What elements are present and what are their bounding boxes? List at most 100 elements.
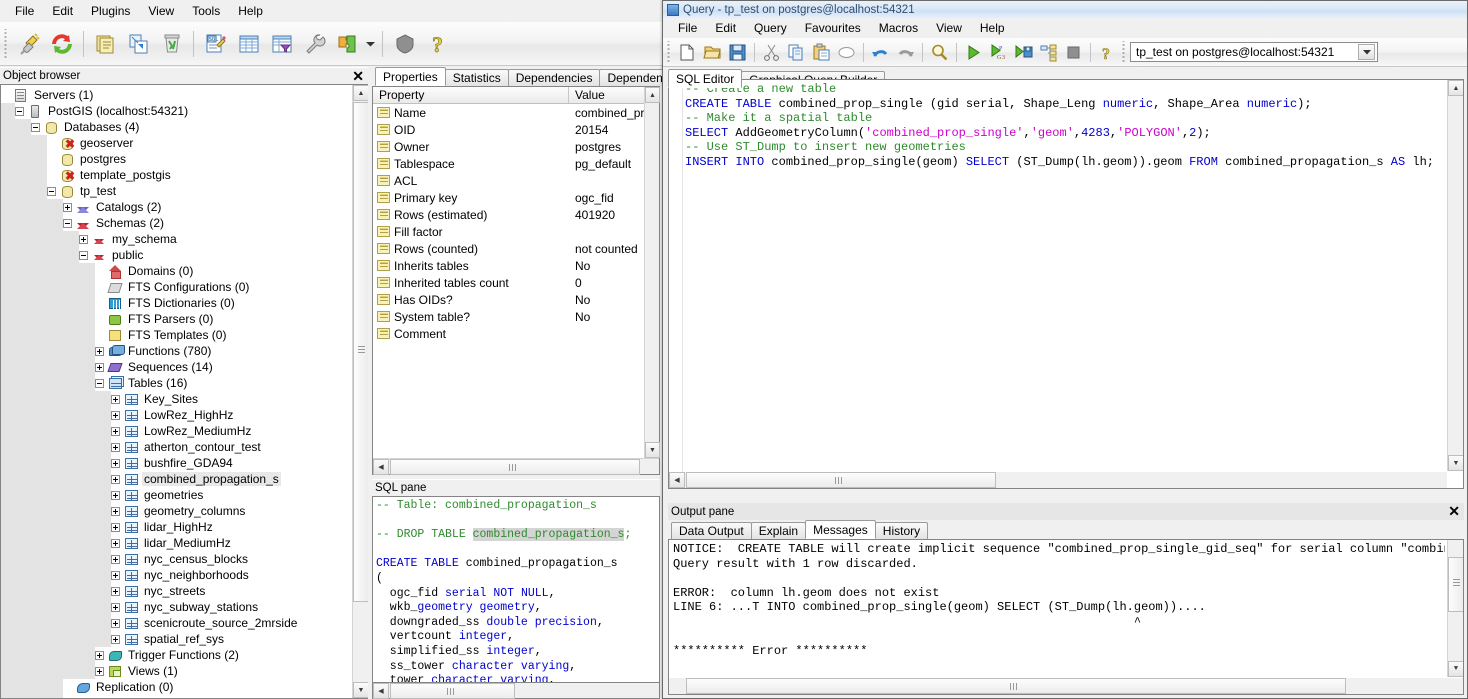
scroll-up-icon[interactable]: ▲ [1448,80,1463,96]
scroll-left-icon[interactable]: ◀ [373,459,389,475]
paste-sql-icon[interactable] [122,26,155,62]
expand-icon[interactable] [111,458,120,468]
tab-data-output[interactable]: Data Output [671,522,752,539]
explain-analyze-icon[interactable] [1036,40,1061,65]
collapse-icon[interactable] [47,186,56,196]
close-icon[interactable]: ✕ [1448,503,1460,519]
shield-icon[interactable] [388,26,421,62]
properties-row[interactable]: Inherits tables No [373,257,659,274]
editor-vertical-scrollbar[interactable]: ▲ ▼ [1447,80,1463,471]
qmenu-help[interactable]: Help [971,19,1014,37]
qmenu-favourites[interactable]: Favourites [796,19,870,37]
tree-item-scenicroute-source-2mrside[interactable]: scenicroute_source_2mrside [1,615,353,631]
tree-item-lowrez-mediumhz[interactable]: LowRez_MediumHz [1,423,353,439]
paste-icon[interactable] [809,40,834,65]
properties-row[interactable]: Name combined_propa [373,104,659,121]
tab-properties[interactable]: Properties [375,67,446,86]
help-question-icon[interactable]: ? [421,26,454,62]
expand-icon[interactable] [111,442,120,452]
properties-row[interactable]: Comment [373,325,659,342]
tree-item-functions-780[interactable]: Functions (780) [1,343,353,359]
scroll-up-icon[interactable]: ▲ [353,85,368,101]
tree-item-postgis-localhost-54321[interactable]: PostGIS (localhost:54321) [1,103,353,119]
properties-row[interactable]: Rows (estimated) 401920 [373,206,659,223]
collapse-icon[interactable] [95,378,104,388]
scroll-left-icon[interactable]: ◀ [373,683,389,699]
scroll-up-icon[interactable]: ▲ [645,87,660,103]
scrollbar-thumb[interactable] [390,459,640,475]
scrollbar-thumb[interactable] [686,472,996,488]
qmenu-macros[interactable]: Macros [870,19,927,37]
tree-item-databases-4[interactable]: Databases (4) [1,119,353,135]
connect-plug-icon[interactable] [12,26,45,62]
tab-sql-editor[interactable]: SQL Editor [668,69,743,88]
tree-item-geometry-columns[interactable]: geometry_columns [1,503,353,519]
tree-item-combined-propagation-s[interactable]: combined_propagation_s [1,471,353,487]
tree-item-sequences-14[interactable]: Sequences (14) [1,359,353,375]
sql-query-icon[interactable]: SQL [199,26,232,62]
undo-icon[interactable] [868,40,893,65]
tree-item-public[interactable]: public [1,247,353,263]
execute-to-file-icon[interactable] [1011,40,1036,65]
expand-icon[interactable] [111,410,120,420]
expand-icon[interactable] [111,586,120,596]
qmenu-file[interactable]: File [669,19,706,37]
save-file-icon[interactable] [725,40,750,65]
copy-objects-icon[interactable] [89,26,122,62]
properties-row[interactable]: Primary key ogc_fid [373,189,659,206]
drop-trash-icon[interactable] [155,26,188,62]
menu-edit[interactable]: Edit [43,2,82,20]
find-icon[interactable] [927,40,952,65]
scrollbar-thumb[interactable] [353,102,368,602]
scroll-down-icon[interactable]: ▼ [353,682,368,698]
sql-editor[interactable]: -- Create a new table CREATE TABLE combin… [668,79,1464,489]
copy-icon[interactable] [784,40,809,65]
sql-editor-code[interactable]: -- Create a new table CREATE TABLE combin… [685,82,1446,470]
scroll-right-icon[interactable]: ▶ [1431,488,1447,489]
clear-icon[interactable] [834,40,859,65]
expand-icon[interactable] [95,650,104,660]
execute-icon[interactable] [961,40,986,65]
tree-item-geometries[interactable]: geometries [1,487,353,503]
qmenu-query[interactable]: Query [745,19,796,37]
expand-icon[interactable] [111,506,120,516]
collapse-icon[interactable] [79,250,88,260]
expand-icon[interactable] [111,618,120,628]
chevron-down-icon[interactable] [1358,44,1375,60]
scroll-left-icon[interactable]: ◀ [669,472,685,488]
scrollbar-thumb[interactable] [1448,557,1463,612]
expand-icon[interactable] [111,538,120,548]
tree-item-replication-0[interactable]: Replication (0) [1,679,353,695]
toolbar-grip[interactable] [665,41,672,63]
tab-history[interactable]: History [874,522,929,539]
qmenu-edit[interactable]: Edit [706,19,745,37]
properties-row[interactable]: OID 20154 [373,121,659,138]
stop-icon[interactable] [1061,40,1086,65]
properties-row[interactable]: ACL [373,172,659,189]
expand-icon[interactable] [111,490,120,500]
tree-item-lidar-highhz[interactable]: lidar_HighHz [1,519,353,535]
tree-item-servers-1[interactable]: Servers (1) [1,87,353,103]
expand-icon[interactable] [111,634,120,644]
expand-icon[interactable] [111,474,120,484]
tree-item-views-1[interactable]: Views (1) [1,663,353,679]
menu-help[interactable]: Help [229,2,272,20]
tree-item-fts-parsers-0[interactable]: FTS Parsers (0) [1,311,353,327]
expand-icon[interactable] [95,346,104,356]
properties-row[interactable]: Fill factor [373,223,659,240]
refresh-icon[interactable] [45,26,78,62]
explain-icon[interactable]: P G 3 [986,40,1011,65]
expand-icon[interactable] [111,602,120,612]
tree-item-tp-test[interactable]: tp_test [1,183,353,199]
scroll-down-icon[interactable]: ▼ [1448,661,1463,677]
tree-item-nyc-streets[interactable]: nyc_streets [1,583,353,599]
tree-item-fts-configurations-0[interactable]: FTS Configurations (0) [1,279,353,295]
properties-row[interactable]: Owner postgres [373,138,659,155]
expand-icon[interactable] [111,522,120,532]
scroll-down-icon[interactable]: ▼ [645,442,660,458]
expand-icon[interactable] [95,362,104,372]
output-horizontal-scrollbar[interactable]: ◀ ▶ [669,678,1463,694]
tab-explain[interactable]: Explain [750,522,807,539]
tree-item-trigger-functions-2[interactable]: Trigger Functions (2) [1,647,353,663]
plugins-dropdown-icon[interactable] [364,26,377,62]
